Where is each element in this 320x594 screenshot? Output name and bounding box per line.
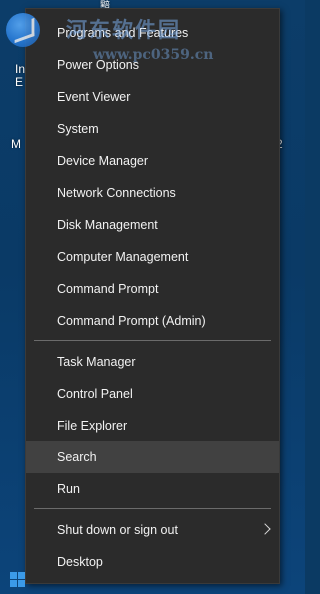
- menu-item-programs-and-features[interactable]: Programs and Features: [26, 17, 279, 49]
- menu-item-system[interactable]: System: [26, 113, 279, 145]
- desktop-icon-label[interactable]: E: [15, 76, 23, 89]
- menu-item-search[interactable]: Search: [26, 441, 279, 473]
- menu-item-event-viewer[interactable]: Event Viewer: [26, 81, 279, 113]
- menu-item-power-options[interactable]: Power Options: [26, 49, 279, 81]
- menu-item-task-manager[interactable]: Task Manager: [26, 346, 279, 378]
- menu-item-device-manager[interactable]: Device Manager: [26, 145, 279, 177]
- windows-logo-icon[interactable]: [10, 572, 26, 588]
- desktop-icon-label[interactable]: M: [11, 138, 21, 151]
- menu-item-file-explorer[interactable]: File Explorer: [26, 410, 279, 442]
- menu-item-label: Shut down or sign out: [57, 523, 178, 537]
- menu-item-network-connections[interactable]: Network Connections: [26, 177, 279, 209]
- quick-link-menu: Programs and Features Power Options Even…: [25, 8, 280, 584]
- desktop-background: In E M 黯 2 Programs and Features Power O…: [0, 0, 305, 594]
- menu-item-computer-management[interactable]: Computer Management: [26, 241, 279, 273]
- menu-item-run[interactable]: Run: [26, 473, 279, 505]
- menu-item-desktop[interactable]: Desktop: [26, 546, 279, 578]
- menu-item-command-prompt-admin[interactable]: Command Prompt (Admin): [26, 305, 279, 337]
- menu-item-disk-management[interactable]: Disk Management: [26, 209, 279, 241]
- menu-separator: [34, 340, 271, 341]
- menu-item-command-prompt[interactable]: Command Prompt: [26, 273, 279, 305]
- menu-item-shut-down-or-sign-out[interactable]: Shut down or sign out: [26, 514, 279, 546]
- menu-separator: [34, 508, 271, 509]
- chevron-right-icon: [259, 523, 271, 535]
- menu-item-control-panel[interactable]: Control Panel: [26, 378, 279, 410]
